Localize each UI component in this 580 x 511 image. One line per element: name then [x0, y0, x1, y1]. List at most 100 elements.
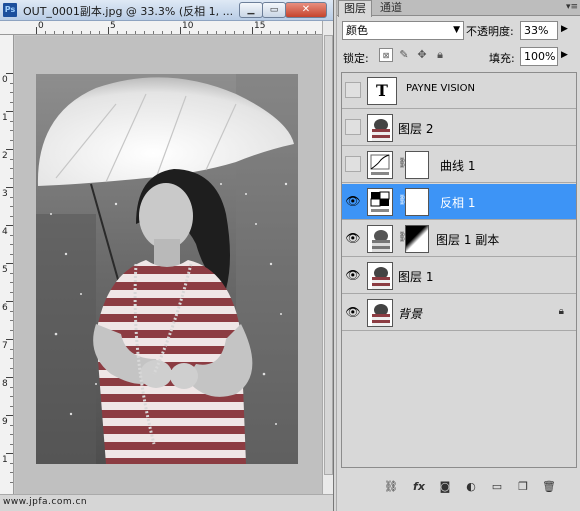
- fx-icon[interactable]: fx: [411, 479, 427, 495]
- layer-mask-thumbnail[interactable]: [405, 188, 429, 216]
- ruler-minor-tick: [10, 139, 13, 141]
- girl-with-umbrella-image: [36, 74, 298, 464]
- ruler-minor-tick: [10, 206, 13, 207]
- ruler-label: 9: [2, 417, 8, 427]
- ruler-tick: [6, 453, 13, 454]
- ruler-minor-tick: [63, 31, 64, 34]
- minimize-button[interactable]: ▁: [239, 2, 263, 18]
- ruler-label: 15: [254, 21, 266, 31]
- ruler-minor-tick: [10, 234, 13, 236]
- layer-row-payne-vision[interactable]: T PAYNE VISION: [342, 73, 576, 109]
- layer-name: 曲线 1: [440, 159, 476, 173]
- group-icon[interactable]: ▭: [489, 479, 505, 495]
- ruler-minor-tick: [10, 168, 13, 169]
- eye-icon[interactable]: 👁︎: [345, 304, 361, 320]
- new-layer-icon[interactable]: ❐: [515, 479, 531, 495]
- ruler-minor-tick: [207, 31, 208, 34]
- ruler-tick: [180, 27, 181, 34]
- ruler-minor-tick: [10, 310, 13, 312]
- ruler-label: 10: [182, 21, 194, 31]
- ruler-minor-tick: [10, 253, 13, 255]
- layer-thumbnail: [367, 299, 393, 327]
- tab-channels[interactable]: 通道: [375, 0, 407, 16]
- trash-icon[interactable]: 🗑︎: [541, 479, 557, 495]
- ruler-minor-tick: [189, 31, 190, 34]
- ruler-minor-tick: [10, 443, 13, 445]
- mask-icon[interactable]: ◙: [437, 479, 453, 495]
- ruler-minor-tick: [72, 31, 73, 34]
- ruler-minor-tick: [10, 291, 13, 293]
- eye-icon[interactable]: 👁︎: [345, 230, 361, 246]
- fill-input[interactable]: 100%: [520, 47, 558, 66]
- layer-row-curves-1[interactable]: ⛓ 曲线 1: [342, 147, 576, 183]
- horizontal-ruler[interactable]: 0 5 10 15: [0, 21, 322, 35]
- layer-thumbnail: [367, 262, 393, 290]
- layer-mask-thumbnail[interactable]: [405, 225, 429, 253]
- ruler-label: 7: [2, 341, 8, 351]
- ruler-minor-tick: [10, 272, 13, 274]
- document-window: Ps OUT_0001副本.jpg @ 33.3% (反相 1, ... ▁ ▭…: [0, 0, 334, 511]
- canvas-area[interactable]: [15, 36, 322, 494]
- ruler-minor-tick: [10, 396, 13, 397]
- eye-icon[interactable]: 👁︎: [345, 193, 361, 209]
- lock-position-move-icon[interactable]: ✥: [415, 48, 429, 62]
- ruler-minor-tick: [10, 120, 13, 122]
- ruler-minor-tick: [10, 92, 13, 93]
- tab-layers[interactable]: 图层: [338, 0, 372, 17]
- visibility-toggle[interactable]: [345, 119, 361, 135]
- lock-label: 锁定:: [343, 52, 369, 65]
- ruler-minor-tick: [81, 31, 82, 34]
- ruler-tick: [6, 73, 13, 74]
- visibility-toggle[interactable]: [345, 156, 361, 172]
- ruler-minor-tick: [288, 31, 289, 34]
- ruler-minor-tick: [306, 31, 307, 34]
- text-layer-thumbnail-icon: T: [367, 77, 397, 105]
- photo-canvas[interactable]: [36, 74, 298, 464]
- layer-row-layer-1[interactable]: 👁︎ 图层 1: [342, 258, 576, 294]
- layer-mask-thumbnail[interactable]: [405, 151, 429, 179]
- lock-image-brush-icon[interactable]: ✎: [397, 48, 411, 62]
- layers-bottom-bar: ⛓ fx ◙ ◐ ▭ ❐ 🗑︎: [337, 475, 580, 499]
- ruler-minor-tick: [162, 31, 163, 34]
- lock-transparency-icon[interactable]: ⊠: [379, 48, 393, 62]
- lock-icon: 🔒︎: [558, 306, 564, 317]
- opacity-input[interactable]: 33%: [520, 21, 558, 40]
- layer-row-layer-2[interactable]: 图层 2: [342, 110, 576, 146]
- ruler-tick: [6, 187, 13, 188]
- vertical-scrollbar[interactable]: [322, 21, 333, 494]
- ruler-minor-tick: [153, 31, 154, 34]
- layer-name: PAYNE VISION: [406, 83, 475, 94]
- link-icon[interactable]: ⛓: [383, 479, 399, 495]
- layer-row-invert-1[interactable]: 👁︎ ⛓ 反相 1: [342, 184, 576, 220]
- ruler-minor-tick: [10, 367, 13, 369]
- document-titlebar[interactable]: Ps OUT_0001副本.jpg @ 33.3% (反相 1, ... ▁ ▭…: [0, 0, 333, 21]
- ruler-minor-tick: [243, 31, 244, 34]
- blend-mode-select[interactable]: 颜色 ▼: [342, 21, 464, 40]
- vertical-ruler[interactable]: 0 1 2 3 4 5 6 7 8 9 1: [0, 35, 14, 494]
- ruler-minor-tick: [10, 130, 13, 131]
- ruler-minor-tick: [10, 348, 13, 350]
- ruler-tick: [6, 111, 13, 112]
- panel-menu-icon[interactable]: ▾≡: [566, 2, 578, 12]
- watermark-text: www.jpfa.com.cn: [3, 497, 88, 507]
- opacity-slider-arrow-icon[interactable]: ▶: [561, 24, 568, 34]
- visibility-toggle[interactable]: [345, 82, 361, 98]
- fill-slider-arrow-icon[interactable]: ▶: [561, 50, 568, 60]
- ruler-tick: [6, 301, 13, 302]
- blend-mode-value: 颜色: [346, 24, 368, 37]
- maximize-button[interactable]: ▭: [262, 2, 286, 18]
- close-button[interactable]: ✕: [285, 2, 327, 18]
- ruler-minor-tick: [10, 282, 13, 283]
- adjustment-icon[interactable]: ◐: [463, 479, 479, 495]
- layer-row-layer-1-copy[interactable]: 👁︎ ⛓ 图层 1 副本: [342, 221, 576, 257]
- ruler-minor-tick: [270, 31, 271, 34]
- eye-icon[interactable]: 👁︎: [345, 267, 361, 283]
- scroll-thumb[interactable]: [324, 35, 333, 475]
- layer-row-background[interactable]: 👁︎ 背景 🔒︎: [342, 295, 576, 331]
- ruler-minor-tick: [10, 386, 13, 388]
- ruler-tick: [6, 149, 13, 150]
- layers-list: T PAYNE VISION 图层 2 ⛓ 曲线 1 👁︎: [341, 72, 577, 468]
- ruler-minor-tick: [10, 329, 13, 331]
- lock-all-icon[interactable]: 🔒︎: [433, 48, 447, 62]
- ruler-label: 6: [2, 303, 8, 313]
